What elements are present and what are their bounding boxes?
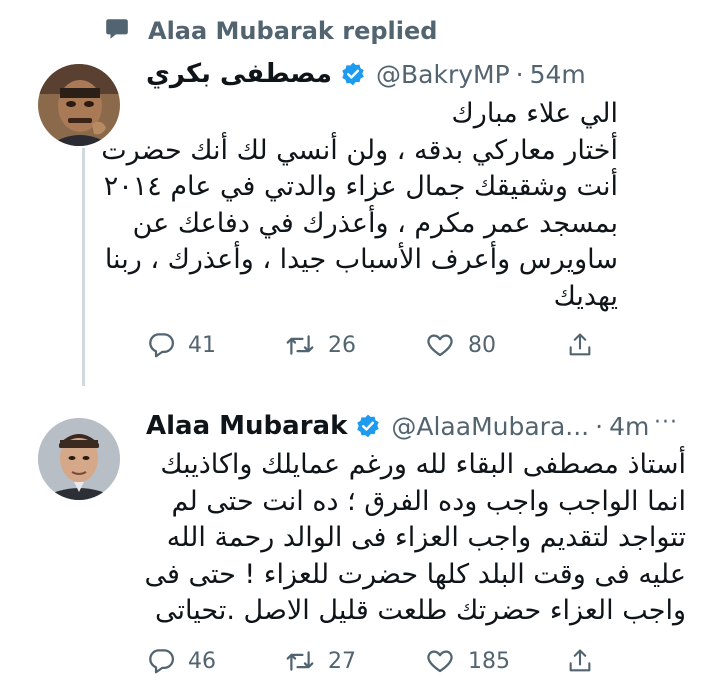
text-line: تتواجد لتقديم واجب العزاء فى الوالد رحمة… <box>166 522 686 553</box>
author-name[interactable]: مصطفى بكري <box>146 59 332 89</box>
author-handle[interactable]: @BakryMP <box>376 60 510 89</box>
tweet-2-text: أستاذ مصطفى البقاء لله ورغم عمايلك واكاذ… <box>144 447 686 630</box>
text-line: يهديك <box>553 280 618 312</box>
reply-count: 46 <box>188 648 216 674</box>
reply-button[interactable]: 41 <box>146 330 216 360</box>
text-line: أختار معاركي بدقه ، ولن أنسي لك أنك حضرت <box>101 134 618 166</box>
retweet-count: 27 <box>328 648 356 674</box>
reply-count: 41 <box>188 332 216 358</box>
like-button[interactable]: 80 <box>424 330 496 360</box>
text-line: الي علاء مبارك <box>451 98 618 129</box>
retweet-icon <box>284 330 316 360</box>
text-line: انما الواجب واجب وده الفرق ؛ ده انت حتى … <box>171 485 686 517</box>
separator-dot: · <box>595 411 604 441</box>
retweet-button[interactable]: 27 <box>284 646 356 676</box>
text-line: عليه فى وقت البلد كلها حضرت للعزاء ! حتى… <box>144 558 686 590</box>
more-options-button[interactable]: ··· <box>654 410 678 435</box>
text-line: أنت وشقيقك جمال عزاء والدتي في عام ٢٠١٤ <box>103 171 618 202</box>
tweet-1-text: الي علاء مبارك أختار معاركي بدقه ، ولن أ… <box>101 96 618 315</box>
reply-context: Alaa Mubarak replied <box>104 14 437 48</box>
separator-dot: · <box>515 59 524 89</box>
share-icon <box>566 330 594 360</box>
text-line: واجب العزاء حضرتك طلعت قليل الاصل .تحيات… <box>155 595 686 626</box>
retweet-button[interactable]: 26 <box>284 330 356 360</box>
thread-connector <box>82 148 85 386</box>
share-button[interactable] <box>566 646 594 676</box>
verified-badge-icon <box>355 413 381 439</box>
heart-icon <box>424 646 456 676</box>
reply-icon <box>146 330 176 360</box>
retweet-count: 26 <box>328 332 356 358</box>
share-button[interactable] <box>566 330 594 360</box>
like-button[interactable]: 185 <box>424 646 510 676</box>
like-count: 80 <box>468 332 496 358</box>
author-name[interactable]: Alaa Mubarak <box>146 411 347 441</box>
tweet-1-header: مصطفى بكري @BakryMP · 54m <box>146 54 586 94</box>
heart-icon <box>424 330 456 360</box>
reply-button[interactable]: 46 <box>146 646 216 676</box>
reply-context-label: Alaa Mubarak replied <box>148 17 438 45</box>
avatar-alaa[interactable] <box>38 418 120 500</box>
tweet-timestamp[interactable]: 54m <box>530 60 586 89</box>
share-icon <box>566 646 594 676</box>
tweet-2-header: Alaa Mubarak @AlaaMubara... · 4m <box>146 406 649 446</box>
author-handle[interactable]: @AlaaMubara... <box>391 412 589 441</box>
like-count: 185 <box>468 648 510 674</box>
verified-badge-icon <box>340 61 366 87</box>
reply-bubble-icon <box>104 16 130 46</box>
retweet-icon <box>284 646 316 676</box>
text-line: ساويرس وأعرف الأسباب جيدا ، وأعذرك ، ربن… <box>104 244 618 275</box>
text-line: بمسجد عمر مكرم ، وأعذرك في دفاعك عن <box>132 207 618 239</box>
tweet-timestamp[interactable]: 4m <box>609 412 649 441</box>
text-line: أستاذ مصطفى البقاء لله ورغم عمايلك واكاذ… <box>160 449 686 480</box>
reply-icon <box>146 646 176 676</box>
